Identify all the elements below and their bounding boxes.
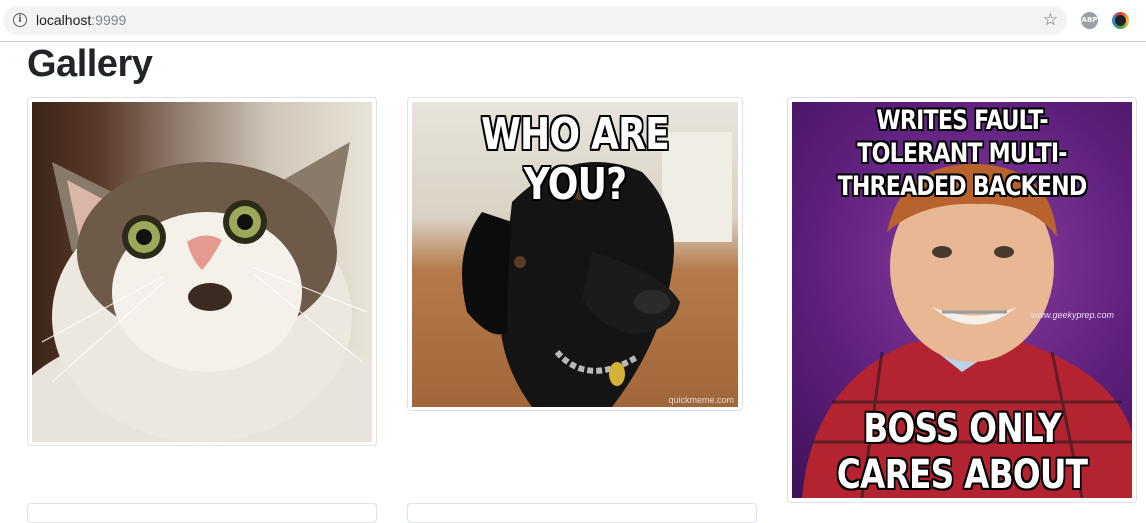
info-icon[interactable]: i bbox=[13, 13, 27, 27]
adblock-plus-icon[interactable]: ABP bbox=[1081, 12, 1098, 29]
url-text[interactable]: localhost:9999 bbox=[36, 12, 126, 29]
bad-luck-brian-image: WRITES FAULT-TOLERANT MULTI-THREADED BAC… bbox=[792, 102, 1132, 498]
meme-top-caption: WHO ARE YOU? bbox=[481, 109, 670, 210]
extension-icon[interactable] bbox=[1112, 12, 1129, 29]
meme-bottom-caption: BOSS ONLY CARES ABOUT CSS bbox=[836, 406, 1088, 498]
meme-watermark: www.geekyprep.com bbox=[1030, 310, 1114, 320]
star-icon[interactable]: ☆ bbox=[1043, 10, 1058, 30]
browser-toolbar: i localhost:9999 ☆ ABP bbox=[0, 0, 1146, 42]
gallery-card-row2-1[interactable] bbox=[27, 503, 377, 523]
url-host: localhost bbox=[36, 12, 92, 28]
url-port: :9999 bbox=[91, 12, 127, 28]
gallery-card-bad-luck-brian[interactable]: WRITES FAULT-TOLERANT MULTI-THREADED BAC… bbox=[787, 97, 1137, 503]
address-bar[interactable]: i localhost:9999 ☆ bbox=[3, 6, 1067, 35]
page-title: Gallery bbox=[27, 43, 153, 85]
gallery-card-dog[interactable]: WHO ARE YOU? quickmeme.com bbox=[407, 97, 743, 411]
meme-top-caption: WRITES FAULT-TOLERANT MULTI-THREADED BAC… bbox=[837, 105, 1088, 202]
meme-watermark: quickmeme.com bbox=[668, 395, 734, 405]
black-dog-image: WHO ARE YOU? quickmeme.com bbox=[412, 102, 738, 407]
gallery-card-row2-2[interactable] bbox=[407, 503, 757, 523]
surprised-cat-image bbox=[32, 102, 372, 442]
gallery-card-cat[interactable] bbox=[27, 97, 377, 446]
cat-illustration bbox=[32, 142, 372, 442]
